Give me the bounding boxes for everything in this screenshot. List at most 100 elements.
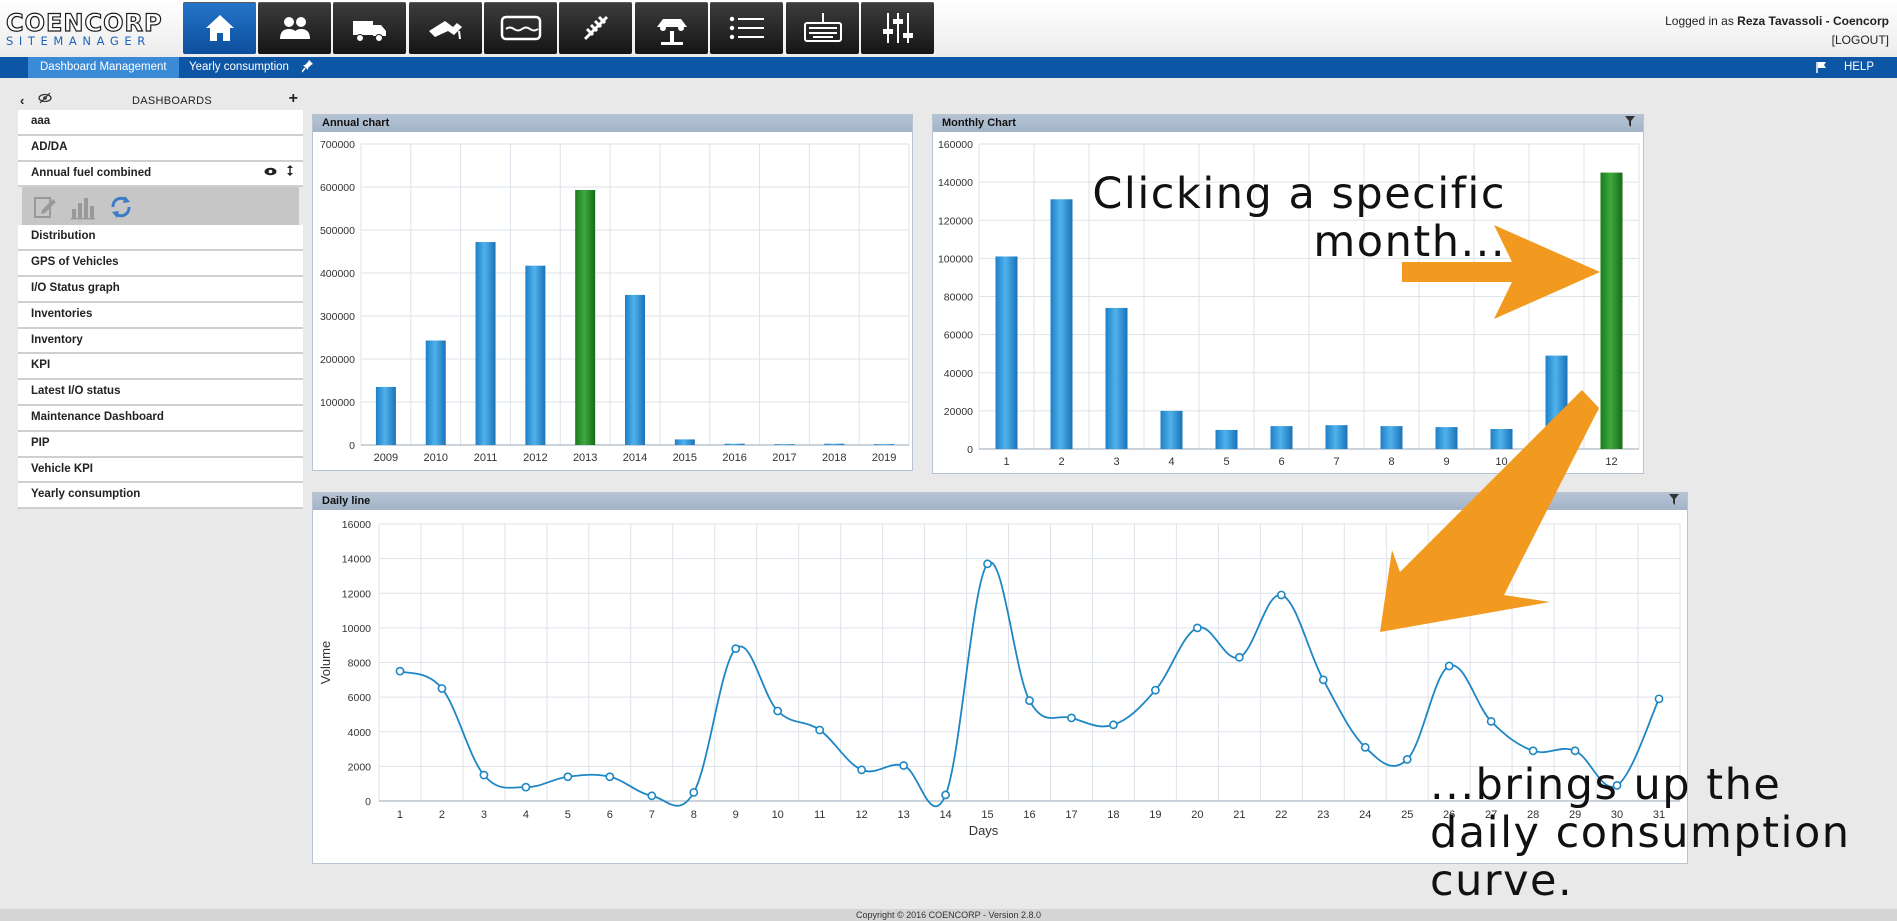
logout-link[interactable]: [LOGOUT] <box>1665 31 1889 50</box>
tab-yearly-consumption[interactable]: Yearly consumption <box>177 57 301 78</box>
sidebar-item[interactable]: Inventory <box>18 328 303 355</box>
filter-icon[interactable] <box>1669 494 1679 511</box>
bar-2012[interactable] <box>525 265 546 445</box>
pin-icon[interactable] <box>301 59 314 76</box>
collapse-icon[interactable]: ‹ <box>20 93 24 108</box>
data-point-1[interactable] <box>395 666 405 676</box>
sidebar-item[interactable]: Inventories <box>18 302 303 329</box>
data-point-16[interactable] <box>1025 696 1034 705</box>
annual-chart[interactable]: 0 100000 200000 300000 400000 500000 600000 700… <box>313 132 912 470</box>
sidebar-item[interactable]: Yearly consumption <box>18 483 303 510</box>
bar-9[interactable] <box>1435 427 1458 449</box>
sidebar-item[interactable]: Annual fuel combined <box>18 161 303 188</box>
data-point-7[interactable] <box>647 791 657 801</box>
data-point-25[interactable] <box>1402 755 1412 764</box>
bar-11[interactable] <box>1545 355 1568 449</box>
data-point-23[interactable] <box>1318 675 1328 685</box>
bar-2016[interactable] <box>724 443 745 445</box>
edit-icon[interactable] <box>32 194 58 223</box>
data-point-24[interactable] <box>1360 742 1370 752</box>
data-point-27[interactable] <box>1486 716 1496 726</box>
bar-7[interactable] <box>1325 425 1348 449</box>
nav-button-keyboard[interactable] <box>786 2 859 54</box>
tab-dashboard-management[interactable]: Dashboard Management <box>28 57 179 78</box>
visibility-icon[interactable] <box>38 92 52 107</box>
data-point-4[interactable] <box>521 782 531 792</box>
sidebar-item[interactable]: Vehicle KPI <box>18 457 303 484</box>
bar-8[interactable] <box>1380 426 1403 449</box>
bar-2015[interactable] <box>674 439 695 445</box>
sidebar-item-label: I/O Status graph <box>31 281 120 294</box>
bar-2019[interactable] <box>874 444 895 445</box>
bar-2014[interactable] <box>625 294 645 445</box>
data-point-8[interactable] <box>689 787 699 797</box>
data-point-12[interactable] <box>857 765 867 775</box>
bar-2011[interactable] <box>475 242 496 445</box>
data-point-28[interactable] <box>1528 746 1538 756</box>
sidebar-item[interactable]: aaa <box>18 110 303 136</box>
data-point-22[interactable] <box>1276 590 1286 600</box>
data-point-18[interactable] <box>1109 720 1118 730</box>
sidebar-item[interactable]: KPI <box>18 354 303 381</box>
bar-10[interactable] <box>1490 428 1513 449</box>
sidebar-item[interactable]: AD/DA <box>18 135 303 162</box>
sidebar-item[interactable]: Distribution <box>18 225 303 252</box>
logo[interactable]: COENCORP SITEMANAGER <box>5 9 176 47</box>
x-tick-label: 2018 <box>822 452 846 464</box>
reorder-icon[interactable] <box>287 164 293 179</box>
bar-2013[interactable] <box>575 190 596 445</box>
data-point-13[interactable] <box>899 761 908 770</box>
nav-button-car-lift[interactable] <box>635 2 708 54</box>
refresh-icon[interactable] <box>108 194 134 223</box>
add-dashboard-icon[interactable]: + <box>289 90 298 108</box>
nav-button-home[interactable] <box>183 2 256 54</box>
data-point-9[interactable] <box>731 644 741 654</box>
nav-button-fuel-nozzle[interactable] <box>409 2 482 54</box>
help-link[interactable]: HELP <box>1844 57 1874 78</box>
data-point-2[interactable] <box>437 684 447 693</box>
data-point-19[interactable] <box>1151 685 1160 695</box>
sidebar-item[interactable]: Latest I/O status <box>18 380 303 406</box>
bar-3[interactable] <box>1105 307 1128 449</box>
bar-1[interactable] <box>995 256 1018 449</box>
data-point-11[interactable] <box>815 725 825 735</box>
bar-6[interactable] <box>1270 426 1293 449</box>
bar-12[interactable] <box>1600 172 1623 449</box>
sidebar-item[interactable]: Maintenance Dashboard <box>18 405 303 432</box>
top-header: COENCORP SITEMANAGER Logged in as Reza T… <box>0 0 1897 57</box>
data-point-17[interactable] <box>1067 713 1076 723</box>
nav-button-list[interactable] <box>710 2 783 54</box>
nav-button-tank[interactable] <box>484 2 557 54</box>
sidebar-item[interactable]: PIP <box>18 431 303 458</box>
sidebar-item[interactable]: GPS of Vehicles <box>18 251 303 277</box>
data-point-5[interactable] <box>563 772 573 782</box>
flag-icon[interactable] <box>1815 61 1827 76</box>
nav-button-sliders[interactable] <box>861 2 934 54</box>
nav-button-users[interactable] <box>258 2 331 54</box>
nav-button-spring[interactable] <box>559 2 632 54</box>
bar-2017[interactable] <box>774 444 795 445</box>
data-point-10[interactable] <box>773 706 783 716</box>
data-point-15[interactable] <box>983 559 992 569</box>
bar-2009[interactable] <box>375 386 396 445</box>
bar-chart-icon[interactable] <box>70 194 96 223</box>
data-point-6[interactable] <box>605 772 615 782</box>
bar-2010[interactable] <box>425 340 446 445</box>
data-point-21[interactable] <box>1234 652 1244 662</box>
eye-icon[interactable] <box>264 167 277 179</box>
data-point-20[interactable] <box>1192 623 1202 633</box>
bar-4[interactable] <box>1160 410 1183 449</box>
data-point-3[interactable] <box>479 770 489 780</box>
data-point-26[interactable] <box>1444 661 1454 671</box>
bar-2[interactable] <box>1050 199 1073 449</box>
data-point-31[interactable] <box>1654 694 1664 704</box>
nav-button-vehicles[interactable] <box>333 2 406 54</box>
filter-icon[interactable] <box>1625 116 1635 133</box>
data-point-29[interactable] <box>1570 746 1580 756</box>
keyboard-icon <box>803 13 842 42</box>
bar-5[interactable] <box>1215 429 1238 449</box>
data-point-14[interactable] <box>941 790 950 800</box>
sidebar-item[interactable]: I/O Status graph <box>18 276 303 303</box>
bar-2018[interactable] <box>824 443 845 445</box>
sidebar-item-label: Annual fuel combined <box>31 166 152 179</box>
